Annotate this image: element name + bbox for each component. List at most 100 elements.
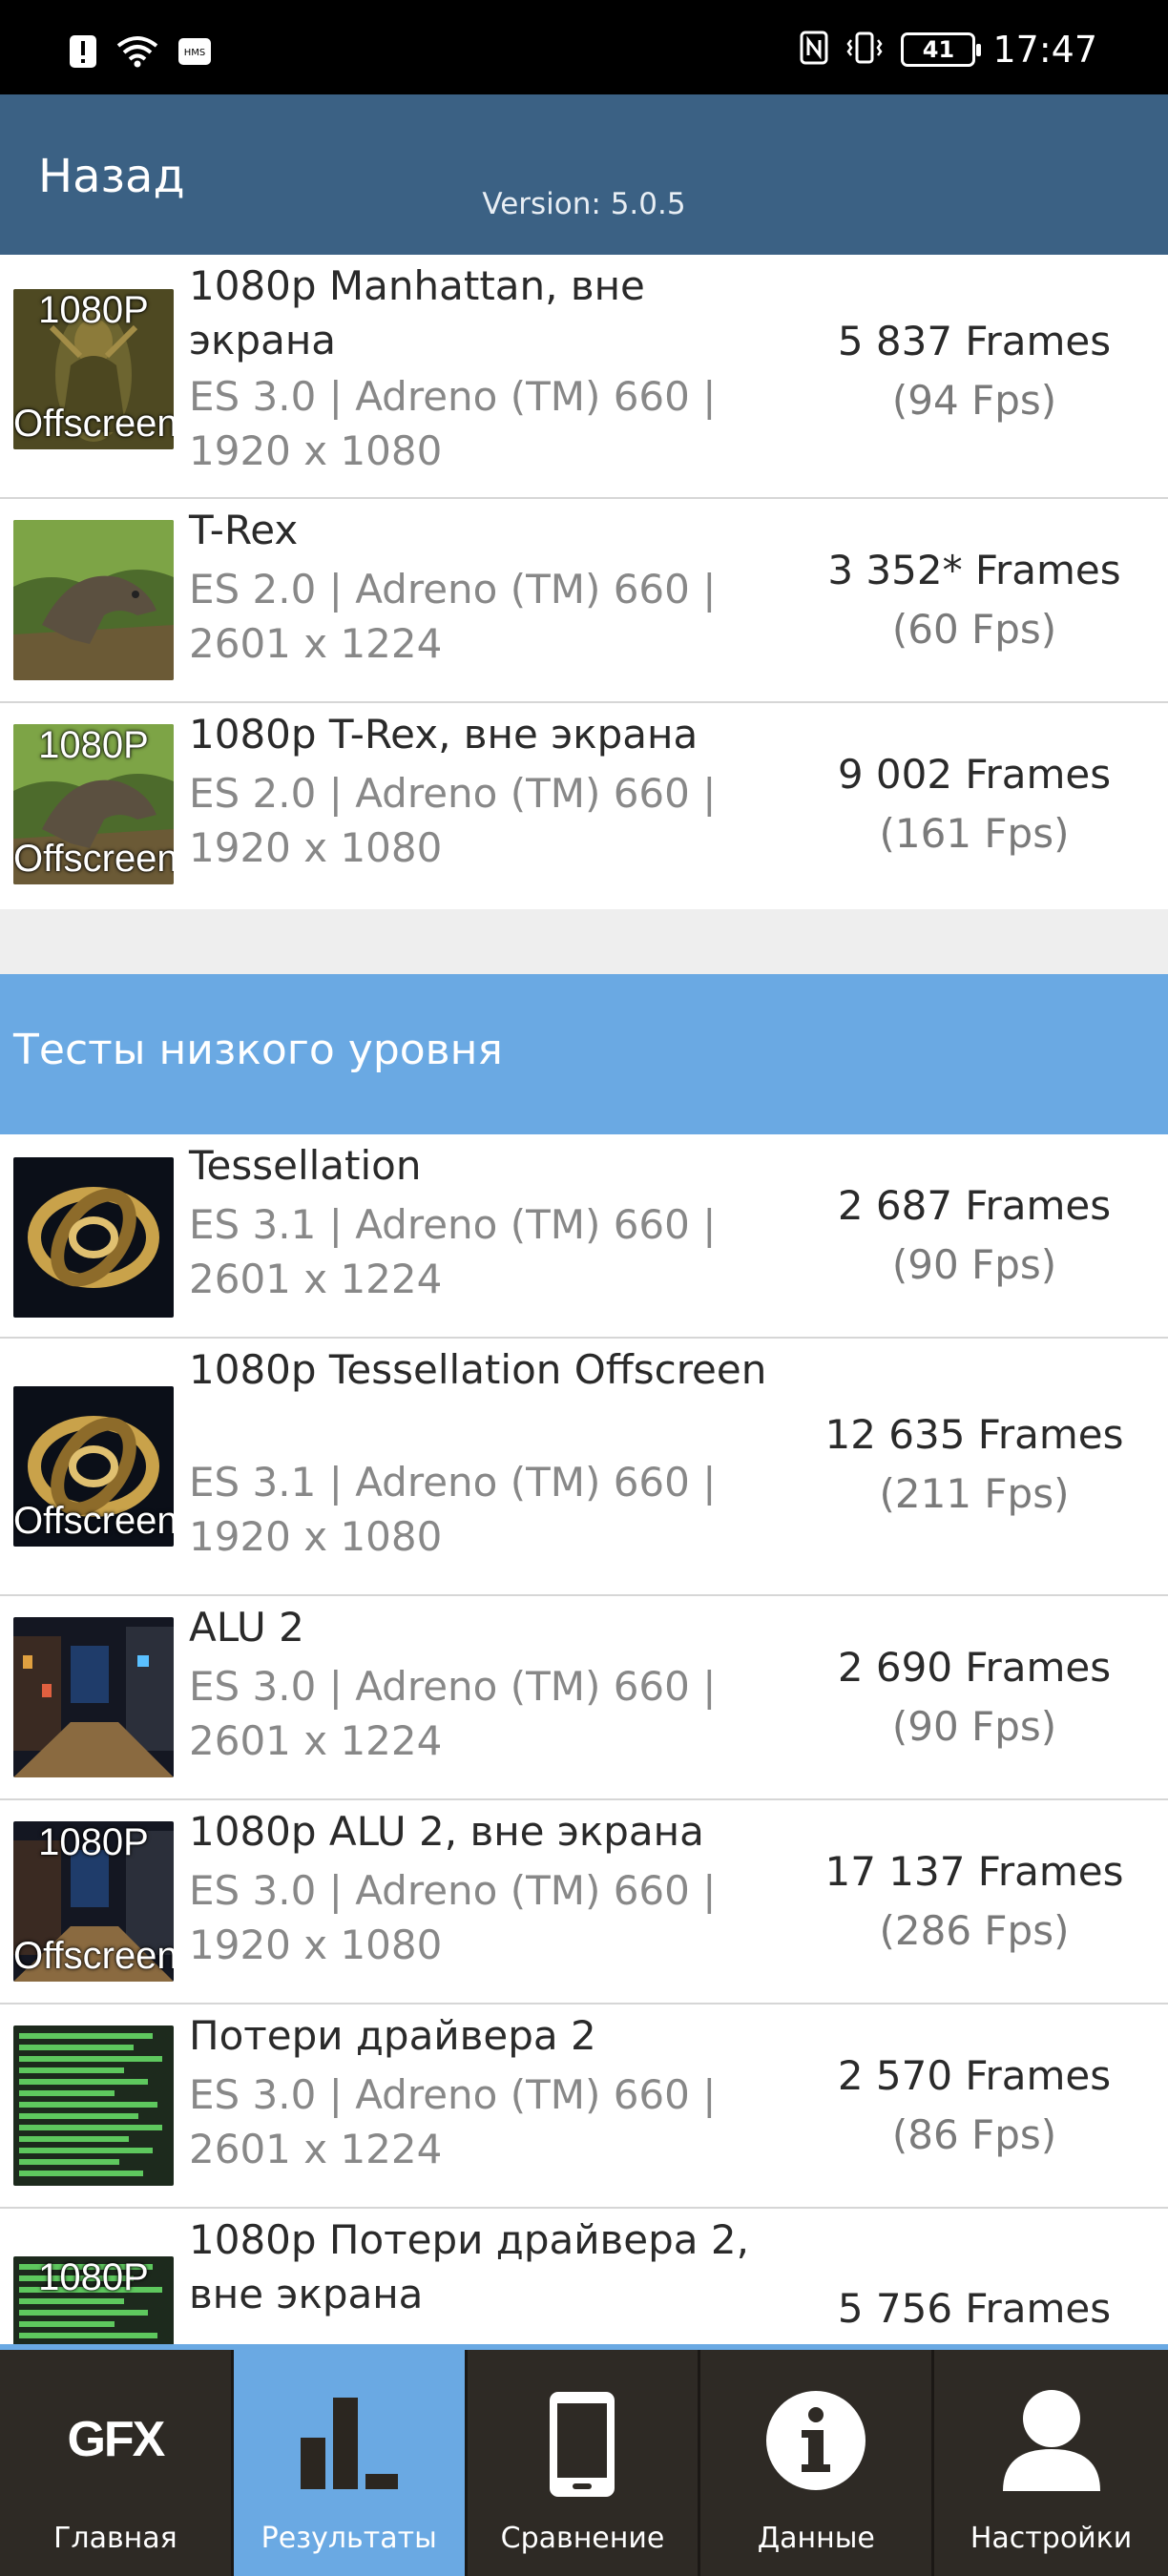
battery-icon: 41 [901,32,982,67]
tessellation-thumbnail: Offscreen [13,1386,174,1547]
test-title: 1080p Потери драйвера 2, вне экрана [189,2216,749,2317]
nav-label: Сравнение [500,2522,665,2555]
fps-value: (60 Fps) [891,606,1057,653]
test-title: 1080p T-Rex, вне экрана [189,711,699,758]
test-score: 2 690 Frames (90 Fps) [782,1638,1166,1756]
test-title: T-Rex [189,507,299,553]
result-row[interactable]: T-Rex ES 2.0 | Adreno (TM) 660 | 2601 x … [0,499,1168,703]
status-bar: HMS 41 17:47 [0,0,1168,94]
nfc-icon [800,31,828,69]
frames-value: 2 570 Frames [837,2052,1112,2099]
test-score: 17 137 Frames (286 Fps) [782,1842,1166,1961]
info-icon [763,2388,868,2497]
frames-value: 9 002 Frames [837,751,1112,798]
nav-results[interactable]: Результаты [233,2350,468,2576]
bar-chart-icon [297,2388,402,2497]
alu-thumbnail: 1080P Offscreen [13,1821,174,1982]
nav-compare[interactable]: Сравнение [468,2350,701,2576]
test-score: 2 570 Frames (86 Fps) [782,2046,1166,2165]
nav-home[interactable]: GFX Главная [0,2350,234,2576]
nav-label: Главная [53,2522,177,2555]
nav-label: Данные [757,2522,875,2555]
trex-thumbnail: 1080P Offscreen [13,724,174,884]
test-score: 2 687 Frames (90 Fps) [782,1176,1166,1295]
test-score: 3 352* Frames (60 Fps) [782,541,1166,659]
test-title: 1080p ALU 2, вне экрана [189,1808,704,1855]
results-list[interactable]: 1080P Offscreen 1080p Manhattan, вне экр… [0,255,1168,2344]
test-title: Потери драйвера 2 [189,2012,596,2059]
clock: 17:47 [992,29,1097,71]
frames-value: 12 635 Frames [824,1411,1124,1458]
vibrate-icon [845,31,884,69]
test-meta: ES 3.0 | Adreno (TM) 660 | 2601 x 1224 [189,2071,717,2172]
test-title: 1080p Tessellation Offscreen [189,1346,767,1393]
badge-1080p: 1080P [38,289,149,331]
fps-value: (211 Fps) [879,1470,1070,1517]
phone-icon [544,2388,620,2504]
test-meta: ES 3.0 | Adreno (TM) 660 | 1920 x 1080 [189,373,717,474]
version-label: Version: 5.0.5 [482,187,686,221]
badge-offscreen: Offscreen [13,403,174,445]
fps-value: (286 Fps) [879,1907,1070,1954]
status-right: 41 17:47 [800,29,1097,71]
test-title: 1080p Manhattan, вне экрана [189,262,645,364]
test-meta: ES 3.0 | Adreno (TM) 660 | 2601 x 1224 [189,1663,717,1764]
test-meta: ES 3.0 | Adreno (TM) 660 | 1920 x 1080 [189,1867,717,1968]
test-score: 12 635 Frames (211 Fps) [782,1405,1166,1524]
fps-value: (86 Fps) [891,2111,1057,2158]
nav-label: Настройки [970,2522,1133,2555]
manhattan-thumbnail: 1080P Offscreen [13,289,174,449]
result-row[interactable]: 1080P Offscreen 1080p T-Rex, вне экрана … [0,703,1168,909]
frames-value: 5 756 Frames [837,2285,1112,2332]
section-title: Тесты низкого уровня [13,1026,503,1074]
badge-offscreen: Offscreen [13,1935,174,1977]
gfx-logo-text: GFX [67,2412,165,2467]
bottom-nav: GFX Главная Результаты Сравнение Данные … [0,2344,1168,2576]
result-row[interactable]: Offscreen 1080p Tessellation Offscreen E… [0,1339,1168,1596]
driver-thumbnail [13,2025,174,2186]
frames-value: 2 690 Frames [837,1644,1112,1691]
test-score: 5 756 Frames [782,2279,1166,2338]
result-row[interactable]: 1080P Offscreen 1080p ALU 2, вне экрана … [0,1800,1168,2005]
frames-value: 5 837 Frames [837,318,1112,364]
result-row[interactable]: 1080P 1080p Потери драйвера 2, вне экран… [0,2209,1168,2344]
frames-value: 17 137 Frames [824,1848,1124,1895]
nav-label: Результаты [261,2522,437,2555]
badge-1080p: 1080P [38,2256,149,2298]
badge-1080p: 1080P [38,724,149,766]
fps-value: (94 Fps) [891,377,1057,424]
test-meta: ES 3.1 | Adreno (TM) 660 | 2601 x 1224 [189,1201,717,1302]
nav-info[interactable]: Данные [700,2350,935,2576]
fps-value: (90 Fps) [891,1241,1057,1288]
test-title: Tessellation [189,1142,422,1189]
section-header: Тесты низкого уровня [0,974,1168,1134]
badge-1080p: 1080P [38,1821,149,1863]
hms-label: HMS [184,48,206,58]
hms-icon: HMS [177,37,212,70]
wifi-icon [116,34,158,73]
test-meta: ES 3.1 | Adreno (TM) 660 | 1920 x 1080 [189,1459,717,1560]
trex-thumbnail [13,520,174,680]
nav-settings[interactable]: Настройки [934,2350,1168,2576]
tessellation-thumbnail [13,1157,174,1318]
alert-icon [69,34,97,73]
test-score: 5 837 Frames (94 Fps) [782,312,1166,430]
driver-thumbnail: 1080P [13,2256,174,2344]
test-title: ALU 2 [189,1604,304,1651]
section-spacer [0,909,1168,974]
result-row[interactable]: 1080P Offscreen 1080p Manhattan, вне экр… [0,255,1168,499]
test-meta: ES 2.0 | Adreno (TM) 660 | 2601 x 1224 [189,566,717,667]
frames-value: 3 352* Frames [827,547,1121,593]
test-meta: ES 2.0 | Adreno (TM) 660 | 1920 x 1080 [189,770,717,871]
frames-value: 2 687 Frames [837,1182,1112,1229]
fps-value: (90 Fps) [891,1703,1057,1750]
alu-thumbnail [13,1617,174,1777]
badge-offscreen: Offscreen [13,1500,174,1542]
result-row[interactable]: Потери драйвера 2 ES 3.0 | Adreno (TM) 6… [0,2005,1168,2209]
app-header: Назад Version: 5.0.5 [0,94,1168,255]
test-score: 9 002 Frames (161 Fps) [782,745,1166,863]
status-left: HMS [69,34,212,73]
result-row[interactable]: Tessellation ES 3.1 | Adreno (TM) 660 | … [0,1134,1168,1339]
result-row[interactable]: ALU 2 ES 3.0 | Adreno (TM) 660 | 2601 x … [0,1596,1168,1800]
user-icon [999,2388,1104,2497]
